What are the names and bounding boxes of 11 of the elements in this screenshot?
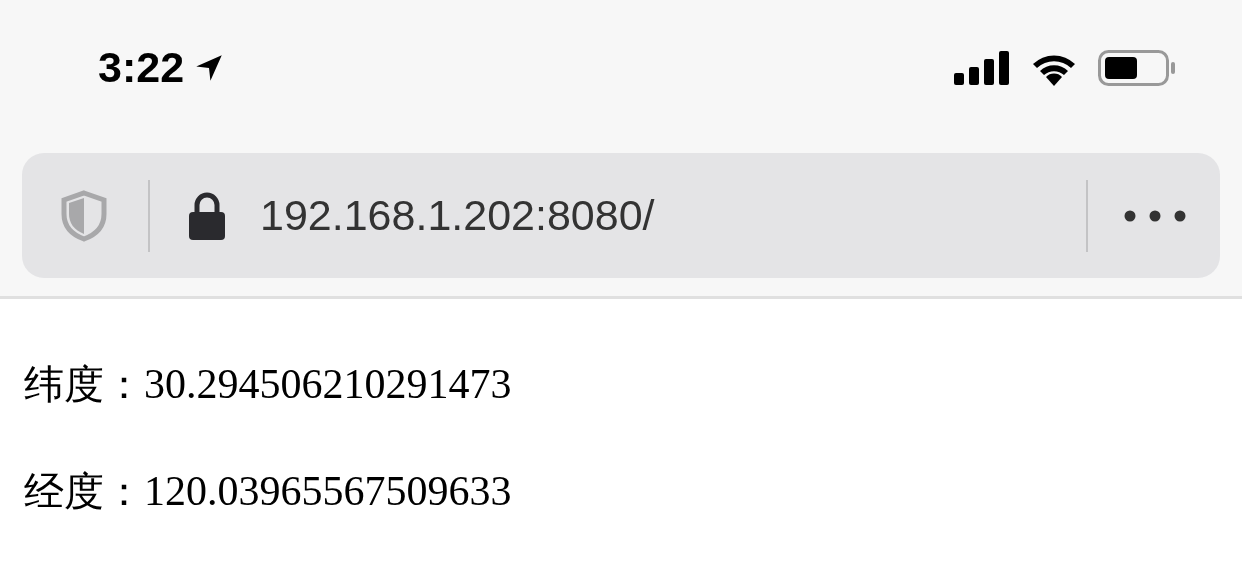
coordinate-label: 纬度： bbox=[24, 361, 144, 407]
battery-icon bbox=[1098, 49, 1178, 86]
address-bar[interactable]: 192.168.1.202:8080/ bbox=[22, 153, 1220, 278]
coordinate-value: 120.03965567509633 bbox=[144, 468, 512, 514]
lock-icon bbox=[188, 190, 226, 241]
coordinate-label: 经度： bbox=[24, 468, 144, 514]
status-time: 3:22 bbox=[98, 43, 185, 92]
url-text: 192.168.1.202:8080/ bbox=[260, 191, 656, 240]
signal-icon bbox=[954, 50, 1010, 85]
coordinate-value: 30.294506210291473 bbox=[144, 361, 512, 407]
more-icon[interactable] bbox=[1124, 209, 1186, 222]
